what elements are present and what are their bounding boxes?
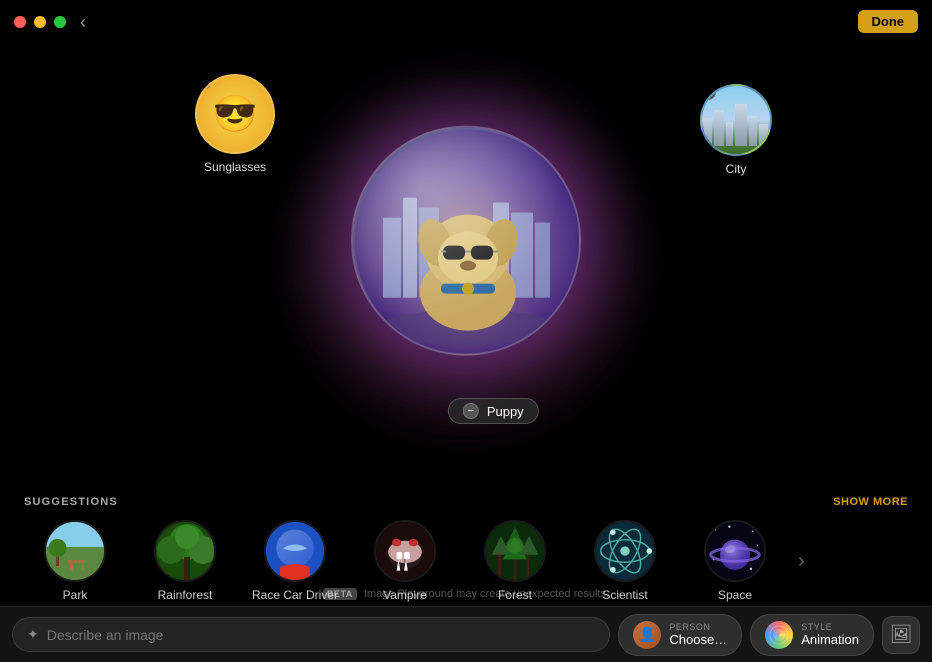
photo-library-button[interactable]: 🖼 bbox=[882, 616, 920, 654]
building-1 bbox=[704, 118, 712, 146]
suggestion-label-racecar: Race Car Driver bbox=[252, 588, 338, 602]
style-value: Animation bbox=[801, 632, 859, 647]
fullscreen-button[interactable] bbox=[54, 16, 66, 28]
suggestion-label-rainforest: Rainforest bbox=[158, 588, 213, 602]
titlebar: ‹ Done bbox=[0, 0, 932, 44]
style-text: STYLE Animation bbox=[801, 622, 859, 647]
suggestions-title: SUGGESTIONS bbox=[24, 496, 118, 508]
style-button[interactable]: STYLE Animation bbox=[750, 614, 874, 656]
forest-art bbox=[486, 522, 544, 580]
rainforest-svg bbox=[156, 522, 214, 580]
suggestions-section: SUGGESTIONS SHOW MORE bbox=[0, 496, 932, 602]
space-svg bbox=[706, 520, 764, 582]
style-icon bbox=[765, 621, 793, 649]
atom-art bbox=[596, 522, 654, 580]
describe-icon: ✦ bbox=[27, 626, 39, 643]
close-button[interactable] bbox=[14, 16, 26, 28]
city-tag[interactable]: − City bbox=[700, 84, 772, 176]
suggestion-circle-scientist bbox=[594, 520, 656, 582]
sunglasses-tag-circle: − 😎 bbox=[195, 74, 275, 154]
suggestions-header: SUGGESTIONS SHOW MORE bbox=[20, 496, 912, 508]
sunglasses-tag[interactable]: − 😎 Sunglasses bbox=[195, 74, 275, 174]
building-5 bbox=[749, 116, 757, 146]
city-buildings bbox=[702, 104, 770, 146]
suggestion-label-forest: Forest bbox=[498, 588, 532, 602]
park-svg bbox=[46, 522, 104, 580]
scientist-svg bbox=[596, 520, 654, 582]
back-button[interactable]: ‹ bbox=[80, 12, 86, 33]
suggestion-circle-racecar bbox=[264, 520, 326, 582]
building-6 bbox=[759, 124, 768, 146]
puppy-tag[interactable]: − Puppy bbox=[448, 398, 539, 424]
puppy-label: Puppy bbox=[487, 404, 524, 419]
building-2 bbox=[714, 110, 724, 146]
space-art bbox=[706, 522, 764, 580]
suggestion-label-vampire: Vampire bbox=[383, 588, 427, 602]
vampire-art bbox=[376, 522, 434, 580]
person-text: PERSON Choose… bbox=[669, 622, 727, 647]
style-label: STYLE bbox=[801, 622, 859, 632]
done-button[interactable]: Done bbox=[858, 10, 919, 33]
dog-svg bbox=[353, 128, 581, 356]
suggestion-circle-space bbox=[704, 520, 766, 582]
describe-input[interactable] bbox=[47, 627, 596, 643]
suggestions-row: Park Rainforest bbox=[20, 520, 912, 602]
remove-city-button[interactable]: − bbox=[700, 84, 716, 100]
city-tag-circle: − bbox=[700, 84, 772, 156]
remove-sunglasses-button[interactable]: − bbox=[195, 74, 211, 90]
person-value: Choose… bbox=[669, 632, 727, 647]
suggestion-item-park[interactable]: Park bbox=[20, 520, 130, 602]
suggestion-item-rainforest[interactable]: Rainforest bbox=[130, 520, 240, 602]
sunglasses-label: Sunglasses bbox=[204, 160, 266, 174]
suggestion-item-space[interactable]: Space bbox=[680, 520, 790, 602]
city-label: City bbox=[726, 162, 747, 176]
suggestion-circle-park bbox=[44, 520, 106, 582]
suggestion-item-scientist[interactable]: Scientist bbox=[570, 520, 680, 602]
photo-icon: 🖼 bbox=[890, 624, 913, 645]
describe-input-wrap[interactable]: ✦ bbox=[12, 617, 610, 652]
suggestion-circle-vampire bbox=[374, 520, 436, 582]
puppy-pill: − Puppy bbox=[448, 398, 539, 424]
vampire-svg bbox=[376, 520, 434, 582]
building-4 bbox=[735, 104, 747, 146]
park-art bbox=[46, 522, 104, 580]
minimize-button[interactable] bbox=[34, 16, 46, 28]
main-image-bubble bbox=[351, 126, 581, 356]
suggestion-item-vampire[interactable]: Vampire bbox=[350, 520, 460, 602]
rainforest-art bbox=[156, 522, 214, 580]
suggestion-label-space: Space bbox=[718, 588, 752, 602]
canvas-area: − 😎 Sunglasses − City − Puppy bbox=[0, 44, 932, 474]
suggestion-label-scientist: Scientist bbox=[602, 588, 647, 602]
suggestion-item-forest[interactable]: Forest bbox=[460, 520, 570, 602]
suggestion-item-racecar[interactable]: Race Car Driver bbox=[240, 520, 350, 602]
suggestions-next-button[interactable]: › bbox=[790, 550, 813, 573]
racecar-svg bbox=[266, 522, 324, 580]
suggestion-label-park: Park bbox=[63, 588, 88, 602]
suggestion-circle-rainforest bbox=[154, 520, 216, 582]
style-icon-svg bbox=[769, 625, 789, 645]
bottom-bar: ✦ 👤 PERSON Choose… STYLE Animation 🖼 bbox=[0, 606, 932, 662]
person-avatar-icon: 👤 bbox=[633, 621, 661, 649]
remove-puppy-button[interactable]: − bbox=[463, 403, 479, 419]
person-button[interactable]: 👤 PERSON Choose… bbox=[618, 614, 742, 656]
dog-image bbox=[353, 128, 579, 354]
forest-svg bbox=[486, 520, 544, 582]
building-3 bbox=[726, 122, 733, 146]
person-label: PERSON bbox=[669, 622, 727, 632]
suggestion-circle-forest bbox=[484, 520, 546, 582]
show-more-button[interactable]: SHOW MORE bbox=[833, 496, 908, 508]
traffic-lights bbox=[14, 16, 66, 28]
racecar-art bbox=[266, 522, 324, 580]
